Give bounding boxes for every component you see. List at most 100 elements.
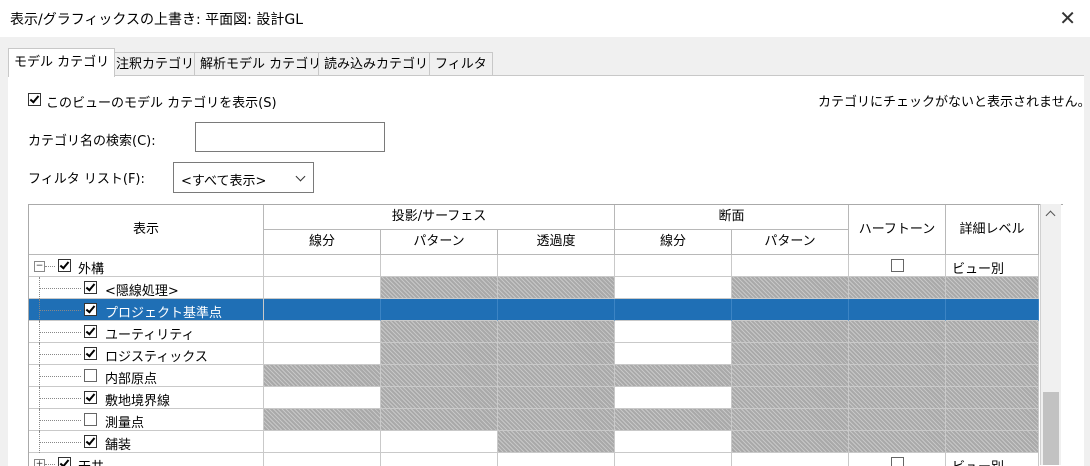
tab-annotation-categories[interactable]: 注釈カテゴリ — [110, 52, 201, 76]
override-cell[interactable] — [264, 343, 381, 365]
halftone-checkbox[interactable] — [891, 259, 904, 272]
override-cell-disabled — [264, 365, 381, 387]
halftone-cell — [849, 409, 946, 431]
close-icon[interactable]: ✕ — [1059, 6, 1076, 30]
override-cell-disabled — [498, 431, 615, 453]
grid-scrollbar[interactable] — [1040, 204, 1061, 465]
override-cell[interactable] — [615, 321, 732, 343]
header-detail-level[interactable]: 詳細レベル — [946, 205, 1039, 255]
show-model-categories-label[interactable]: このビューのモデル カテゴリを表示(S) — [46, 92, 277, 111]
override-cell[interactable] — [615, 431, 732, 453]
show-model-categories-checkbox[interactable] — [28, 93, 41, 106]
override-cell[interactable] — [615, 387, 732, 409]
visibility-checkbox[interactable] — [84, 303, 97, 316]
table-row[interactable]: 内部原点 — [29, 365, 1039, 387]
override-cell[interactable] — [264, 321, 381, 343]
override-cell[interactable] — [615, 453, 732, 466]
override-cell-disabled — [732, 409, 849, 431]
detail-level-cell[interactable]: ビュー別 — [946, 255, 1039, 277]
override-cell-disabled — [498, 321, 615, 343]
tab-imported-categories[interactable]: 読み込みカテゴリ — [318, 52, 435, 76]
halftone-cell — [849, 431, 946, 453]
override-cell[interactable] — [264, 387, 381, 409]
category-name-cell[interactable]: プロジェクト基準点 — [29, 299, 264, 321]
category-search-input[interactable] — [195, 122, 385, 152]
halftone-cell[interactable] — [849, 453, 946, 466]
override-cell-disabled — [498, 365, 615, 387]
visibility-checkbox[interactable] — [58, 259, 71, 272]
header-projection-surface: 投影/サーフェス — [264, 205, 615, 230]
override-cell[interactable] — [264, 453, 381, 466]
table-row[interactable]: ロジスティックス — [29, 343, 1039, 365]
visibility-checkbox[interactable] — [84, 413, 97, 426]
halftone-cell[interactable] — [849, 255, 946, 277]
override-cell[interactable] — [264, 277, 381, 299]
override-cell[interactable] — [264, 431, 381, 453]
override-cell[interactable] — [498, 255, 615, 277]
category-name: <隠線処理> — [105, 284, 179, 299]
scrollbar-thumb[interactable] — [1043, 392, 1059, 465]
override-cell[interactable] — [615, 343, 732, 365]
table-row[interactable]: − 外構 ビュー別 — [29, 255, 1039, 277]
visibility-checkbox[interactable] — [84, 347, 97, 360]
window-title: 表示/グラフィックスの上書き: 平面図: 設計GL — [10, 12, 303, 28]
override-cell[interactable] — [498, 453, 615, 466]
category-name-cell[interactable]: ユーティリティ — [29, 321, 264, 343]
detail-level-cell[interactable]: ビュー別 — [946, 453, 1039, 466]
table-row[interactable]: 敷地境界線 — [29, 387, 1039, 409]
filter-list-select[interactable]: <すべて表示> — [173, 162, 314, 193]
table-row[interactable]: プロジェクト基準点 — [29, 299, 1039, 321]
chevron-up-icon[interactable] — [1045, 210, 1056, 221]
override-cell-disabled — [615, 299, 732, 321]
tab-model-categories[interactable]: モデル カテゴリ — [8, 48, 116, 77]
override-cell[interactable] — [381, 431, 498, 453]
visibility-checkbox[interactable] — [84, 325, 97, 338]
header-halftone[interactable]: ハーフトーン — [849, 205, 946, 255]
header-cut-lines[interactable]: 線分 — [615, 230, 732, 255]
override-cell-disabled — [498, 299, 615, 321]
category-name: 外構 — [78, 262, 105, 277]
category-name-cell[interactable]: 舗装 — [29, 431, 264, 453]
category-name-cell[interactable]: ロジスティックス — [29, 343, 264, 365]
header-display[interactable]: 表示 — [29, 205, 264, 255]
override-cell[interactable] — [615, 255, 732, 277]
override-cell-disabled — [498, 277, 615, 299]
visibility-checkbox[interactable] — [84, 435, 97, 448]
header-projection-lines[interactable]: 線分 — [264, 230, 381, 255]
override-cell[interactable] — [381, 255, 498, 277]
table-row[interactable]: 舗装 — [29, 431, 1039, 453]
override-cell[interactable] — [732, 453, 849, 466]
header-transparency[interactable]: 透過度 — [498, 230, 615, 255]
visibility-checkbox[interactable] — [84, 281, 97, 294]
category-name-cell[interactable]: 内部原点 — [29, 365, 264, 387]
override-cell[interactable] — [381, 453, 498, 466]
override-cell-disabled — [381, 409, 498, 431]
override-cell[interactable] — [615, 277, 732, 299]
override-cell-disabled — [498, 387, 615, 409]
category-name-cell[interactable]: +天井 — [29, 453, 264, 466]
header-cut-patterns[interactable]: パターン — [732, 230, 849, 255]
uncheck-note: カテゴリにチェックがないと表示されません。 — [818, 95, 1090, 110]
visibility-checkbox[interactable] — [84, 369, 97, 382]
halftone-cell — [849, 387, 946, 409]
table-row[interactable]: +天井 ビュー別 — [29, 453, 1039, 466]
visibility-checkbox[interactable] — [84, 391, 97, 404]
tab-filters[interactable]: フィルタ — [429, 52, 493, 76]
category-name-cell[interactable]: − 外構 — [29, 255, 264, 277]
override-cell-disabled — [381, 277, 498, 299]
detail-level-cell — [946, 321, 1039, 343]
category-name-cell[interactable]: 測量点 — [29, 409, 264, 431]
collapse-icon[interactable]: − — [34, 261, 45, 272]
halftone-cell — [849, 299, 946, 321]
table-row[interactable]: ユーティリティ — [29, 321, 1039, 343]
category-name-cell[interactable]: 敷地境界線 — [29, 387, 264, 409]
tab-analytical-model-categories[interactable]: 解析モデル カテゴリ — [194, 52, 328, 76]
category-grid: 表示 投影/サーフェス 断面 ハーフトーン 詳細レベル 線分 パターン 透過度 … — [28, 204, 1063, 466]
table-row[interactable]: <隠線処理> — [29, 277, 1039, 299]
override-cell[interactable] — [264, 255, 381, 277]
override-cell[interactable] — [732, 255, 849, 277]
table-row[interactable]: 測量点 — [29, 409, 1039, 431]
header-projection-patterns[interactable]: パターン — [381, 230, 498, 255]
override-cell-disabled — [381, 365, 498, 387]
category-name-cell[interactable]: <隠線処理> — [29, 277, 264, 299]
